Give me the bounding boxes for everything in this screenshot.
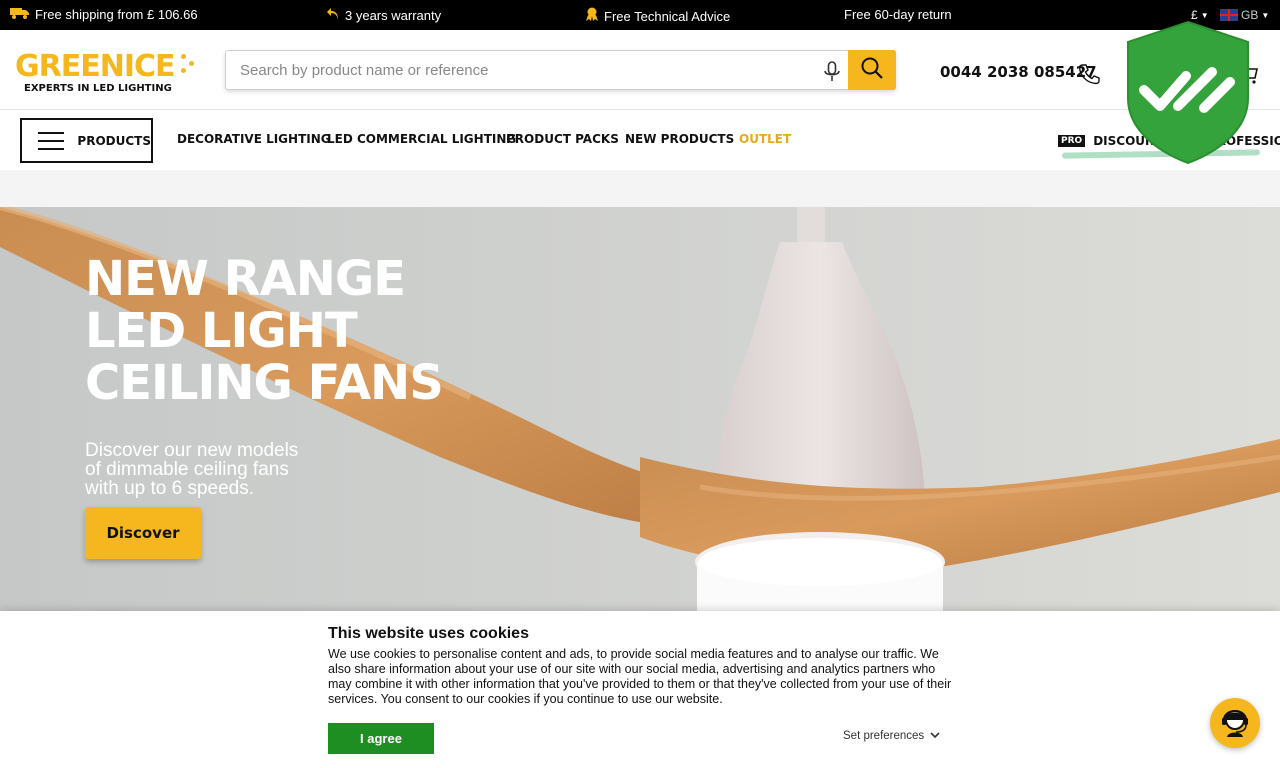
logo-tagline: EXPERTS IN LED LIGHTING [24, 83, 172, 94]
cookie-title: This website uses cookies [328, 625, 529, 642]
hero-banner[interactable]: NEW RANGE LED LIGHT CEILING FANS Discove… [0, 207, 1280, 611]
hamburger-icon [38, 131, 64, 150]
discover-button[interactable]: Discover [85, 507, 201, 559]
chevron-down-icon: ▼ [1200, 10, 1209, 20]
search-input[interactable] [226, 51, 806, 89]
advice-text: Free Technical Advice [604, 8, 731, 24]
set-preferences-link[interactable]: Set preferences [843, 730, 940, 742]
nav-product-packs[interactable]: PRODUCT PACKS [506, 132, 619, 146]
return-text: Free 60-day return [844, 7, 952, 22]
chevron-down-icon: ▼ [1261, 10, 1270, 20]
shipping-text: Free shipping from £ 106.66 [35, 7, 198, 22]
hero-title-line: LED LIGHT [85, 303, 358, 359]
shipping-info: Free shipping from £ 106.66 [10, 7, 198, 22]
nav-outlet[interactable]: OUTLET [739, 132, 791, 146]
hero-title: NEW RANGE LED LIGHT CEILING FANS [85, 251, 444, 411]
hero-subtitle-line: with up to 6 speeds. [85, 478, 254, 499]
advice-info: Free Technical Advice [585, 7, 730, 25]
support-agent-icon [1218, 704, 1252, 743]
cookie-banner: This website uses cookies We use cookies… [0, 611, 1280, 768]
return-arrow-icon [326, 7, 340, 24]
products-menu-button[interactable]: PRODUCTS [20, 118, 153, 163]
chevron-down-icon [930, 730, 940, 742]
award-icon [585, 7, 599, 25]
nav-led-commercial-lighting[interactable]: LED COMMERCIAL LIGHTING [327, 132, 516, 146]
phone-number[interactable]: 0044 2038 085427 [940, 63, 1097, 81]
search-icon [860, 56, 884, 85]
warranty-info: 3 years warranty [326, 7, 441, 24]
truck-icon [10, 7, 30, 22]
logo-dots [177, 54, 195, 80]
products-label: PRODUCTS [77, 133, 151, 148]
search-button[interactable] [848, 50, 896, 90]
hero-subtitle: Discover our new models of dimmable ceil… [85, 441, 298, 498]
phone-icon[interactable] [1078, 63, 1100, 90]
trust-shield-badge[interactable] [1126, 20, 1250, 165]
agree-button[interactable]: I agree [328, 723, 434, 754]
header-spacer [0, 170, 1280, 207]
microphone-icon[interactable] [820, 61, 844, 81]
warranty-text: 3 years warranty [345, 8, 442, 23]
hero-subtitle-line: of dimmable ceiling fans [85, 459, 289, 480]
return-info: Free 60-day return [844, 7, 952, 22]
preferences-label: Set preferences [843, 730, 925, 742]
support-chat-button[interactable] [1210, 698, 1260, 748]
site-header: GREENICE EXPERTS IN LED LIGHTING 0044 20… [0, 30, 1280, 110]
nav-new-products[interactable]: NEW PRODUCTS [625, 132, 734, 146]
greenice-logo[interactable]: GREENICE EXPERTS IN LED LIGHTING [15, 52, 200, 94]
main-navigation: PRODUCTS DECORATIVE LIGHTING LED COMMERC… [0, 111, 1280, 170]
hero-title-line: NEW RANGE [85, 251, 406, 307]
logo-wordmark: GREENICE [15, 49, 176, 84]
top-info-bar: Free shipping from £ 106.66 3 years warr… [0, 0, 1280, 30]
nav-decorative-lighting[interactable]: DECORATIVE LIGHTING [177, 132, 331, 146]
cookie-text: We use cookies to personalise content an… [328, 647, 952, 706]
pro-badge: PRO [1058, 135, 1086, 147]
search-bar [225, 50, 896, 90]
hero-subtitle-line: Discover our new models [85, 440, 299, 461]
hero-title-line: CEILING FANS [85, 355, 444, 411]
